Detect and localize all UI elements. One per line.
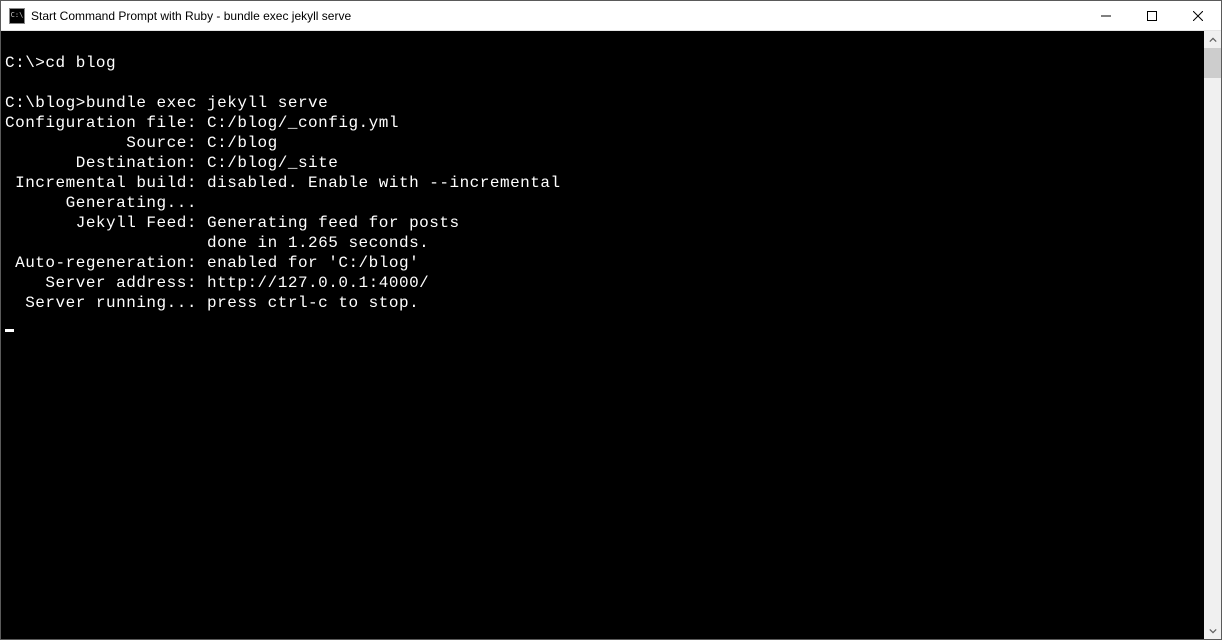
- terminal-cursor: [5, 329, 14, 332]
- terminal-line: Auto-regeneration: enabled for 'C:/blog': [5, 254, 419, 272]
- terminal-output[interactable]: C:\>cd blog C:\blog>bundle exec jekyll s…: [1, 31, 1204, 639]
- close-icon: [1193, 11, 1203, 21]
- vertical-scrollbar[interactable]: [1204, 31, 1221, 639]
- terminal-line: Server address: http://127.0.0.1:4000/: [5, 274, 429, 292]
- terminal-area: C:\>cd blog C:\blog>bundle exec jekyll s…: [1, 31, 1221, 639]
- terminal-line: Jekyll Feed: Generating feed for posts: [5, 214, 460, 232]
- terminal-line: done in 1.265 seconds.: [5, 234, 429, 252]
- scroll-down-button[interactable]: [1204, 622, 1221, 639]
- terminal-line: Incremental build: disabled. Enable with…: [5, 174, 561, 192]
- terminal-line: Source: C:/blog: [5, 134, 278, 152]
- titlebar[interactable]: C:\ Start Command Prompt with Ruby - bun…: [1, 1, 1221, 31]
- maximize-icon: [1147, 11, 1157, 21]
- terminal-line: Destination: C:/blog/_site: [5, 154, 338, 172]
- scroll-up-button[interactable]: [1204, 31, 1221, 48]
- minimize-icon: [1101, 11, 1111, 21]
- terminal-line: Configuration file: C:/blog/_config.yml: [5, 114, 399, 132]
- window-controls: [1083, 1, 1221, 30]
- terminal-line: C:\blog>bundle exec jekyll serve: [5, 94, 328, 112]
- scroll-thumb[interactable]: [1204, 48, 1221, 78]
- minimize-button[interactable]: [1083, 1, 1129, 30]
- terminal-line: Server running... press ctrl-c to stop.: [5, 294, 419, 312]
- window-title: Start Command Prompt with Ruby - bundle …: [31, 9, 1083, 23]
- chevron-down-icon: [1209, 627, 1217, 635]
- command-prompt-window: C:\ Start Command Prompt with Ruby - bun…: [0, 0, 1222, 640]
- terminal-line: Generating...: [5, 194, 197, 212]
- close-button[interactable]: [1175, 1, 1221, 30]
- terminal-line: C:\>cd blog: [5, 54, 116, 72]
- maximize-button[interactable]: [1129, 1, 1175, 30]
- chevron-up-icon: [1209, 36, 1217, 44]
- app-icon: C:\: [9, 8, 25, 24]
